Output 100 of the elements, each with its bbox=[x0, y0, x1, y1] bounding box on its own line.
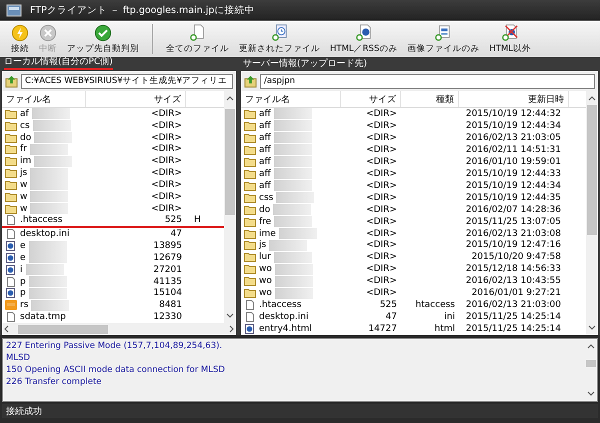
file-size: 12330 bbox=[152, 312, 183, 322]
file-name: aff bbox=[259, 168, 271, 179]
blur-overlay bbox=[30, 144, 68, 155]
file-size: <DIR> bbox=[365, 120, 398, 131]
blur-overlay bbox=[273, 204, 312, 216]
blur-overlay bbox=[274, 216, 312, 228]
file-name: do bbox=[259, 204, 270, 215]
file-size: 8481 bbox=[158, 300, 183, 310]
toolbar-button[interactable]: HTML以外 bbox=[486, 24, 534, 54]
file-size: <DIR> bbox=[365, 252, 398, 262]
blur-overlay bbox=[32, 108, 70, 120]
file-name: aff bbox=[259, 180, 271, 191]
scrollbar-thumb[interactable] bbox=[225, 109, 235, 216]
file-name: aff bbox=[259, 108, 271, 119]
file-name: desktop.ini bbox=[259, 312, 308, 322]
scrollbar-thumb[interactable] bbox=[18, 324, 108, 334]
file-size: <DIR> bbox=[365, 240, 398, 250]
file-size: <DIR> bbox=[365, 264, 398, 274]
file-name: w bbox=[20, 192, 28, 202]
file-size: <DIR> bbox=[365, 216, 398, 227]
blur-overlay bbox=[28, 276, 67, 287]
column-header[interactable]: 更新日時 bbox=[459, 91, 569, 107]
path-field[interactable]: /aspjpn bbox=[260, 74, 595, 88]
column-header[interactable]: 種類 bbox=[401, 91, 459, 107]
folder-icon bbox=[244, 120, 256, 131]
file-size: <DIR> bbox=[365, 180, 398, 191]
file-type: htaccess bbox=[414, 300, 456, 310]
panel-title: サーバー情報(アップロード先) bbox=[243, 57, 368, 70]
file-name: rs bbox=[20, 300, 28, 310]
file-size: 27201 bbox=[152, 264, 183, 275]
file-size: 12679 bbox=[152, 252, 183, 263]
file-name: wo bbox=[259, 276, 272, 286]
file-size: <DIR> bbox=[150, 120, 183, 131]
folder-icon bbox=[244, 228, 256, 238]
file-size: 15104 bbox=[152, 288, 183, 298]
file-size: 41135 bbox=[152, 276, 183, 286]
log-line: 227 Entering Passive Mode (157,7,104,89,254,63). bbox=[6, 341, 224, 352]
file-name: fr bbox=[20, 144, 27, 154]
file-icon bbox=[5, 229, 17, 240]
toolbar-button[interactable]: 全てのファイル bbox=[163, 24, 232, 54]
toolbar-button[interactable]: アップ先自動判別 bbox=[64, 24, 142, 54]
toolbar-button[interactable]: 接続 bbox=[8, 24, 32, 54]
toolbar-button[interactable]: HTML／RSSのみ bbox=[327, 24, 400, 54]
log-line: 150 Opening ASCII mode data connection for MLSD bbox=[6, 365, 226, 376]
scrollbar-thumb[interactable] bbox=[587, 105, 597, 235]
file-name: entry4.html bbox=[259, 324, 312, 334]
file-size: <DIR> bbox=[365, 108, 398, 119]
folder-up-icon[interactable] bbox=[5, 74, 18, 88]
scrollbar-thumb[interactable] bbox=[586, 360, 596, 367]
folder-icon bbox=[5, 192, 17, 202]
folder-icon bbox=[244, 132, 256, 143]
file-name: css bbox=[259, 192, 274, 203]
document-icon bbox=[188, 24, 206, 42]
modified-date: 2015/10/19 12:44:32 bbox=[464, 108, 562, 119]
file-name: af bbox=[20, 108, 29, 119]
file-size: 525 bbox=[164, 215, 183, 226]
toolbar-button[interactable]: 更新されたファイル bbox=[236, 24, 323, 54]
column-header[interactable]: ファイル名 bbox=[241, 91, 341, 107]
crossed-document-icon bbox=[501, 24, 520, 42]
modified-date: 2015/10/19 12:47:16 bbox=[464, 240, 562, 250]
path-field[interactable]: C:¥ACES WEB¥SIRIUS¥サイト生成先¥アフィリエ bbox=[21, 74, 233, 88]
blur-overlay bbox=[32, 120, 71, 132]
folder-up-icon[interactable] bbox=[244, 74, 257, 88]
file-type: html bbox=[433, 324, 456, 334]
modified-date: 2016/01/01 9:27:21 bbox=[470, 288, 562, 298]
modified-date: 2015/11/25 13:07:05 bbox=[464, 216, 562, 227]
folder-icon bbox=[244, 288, 256, 298]
blur-overlay bbox=[274, 288, 313, 299]
vertical-scrollbar[interactable] bbox=[586, 91, 598, 335]
blur-overlay bbox=[30, 203, 68, 214]
blur-overlay bbox=[28, 240, 67, 252]
modified-date: 2015/10/19 12:44:34 bbox=[464, 120, 562, 131]
column-header[interactable]: サイズ bbox=[341, 91, 401, 107]
check-icon bbox=[94, 24, 112, 42]
file-name: desktop.ini bbox=[20, 229, 70, 240]
horizontal-scrollbar[interactable] bbox=[2, 323, 236, 335]
file-name: p bbox=[20, 276, 26, 286]
lightning-icon bbox=[11, 24, 29, 42]
file-size: <DIR> bbox=[150, 168, 183, 178]
file-size: <DIR> bbox=[365, 204, 398, 215]
file-name: fre bbox=[259, 216, 272, 227]
file-name: ime bbox=[259, 228, 276, 238]
column-header[interactable]: サイズ bbox=[86, 91, 186, 107]
file-name: js bbox=[20, 168, 28, 178]
file-name: im bbox=[20, 156, 32, 166]
file-size: <DIR> bbox=[365, 156, 398, 167]
modified-date: 2016/02/13 21:03:08 bbox=[464, 228, 562, 238]
column-header[interactable]: ファイル名 bbox=[2, 91, 86, 107]
modified-date: 2015/10/19 12:44:34 bbox=[464, 180, 562, 191]
vertical-scrollbar[interactable] bbox=[224, 91, 236, 323]
folder-icon bbox=[244, 240, 256, 250]
file-name: cs bbox=[20, 120, 30, 131]
blur-overlay bbox=[28, 288, 67, 299]
folder-icon bbox=[5, 108, 17, 119]
file-name: w bbox=[20, 204, 28, 214]
globe-document-icon bbox=[354, 24, 373, 42]
file-size: <DIR> bbox=[365, 168, 398, 179]
toolbar-button[interactable]: 画像ファイルのみ bbox=[404, 24, 482, 54]
modified-date: 2015/11/25 14:25:14 bbox=[464, 312, 562, 322]
file-icon bbox=[244, 312, 256, 322]
